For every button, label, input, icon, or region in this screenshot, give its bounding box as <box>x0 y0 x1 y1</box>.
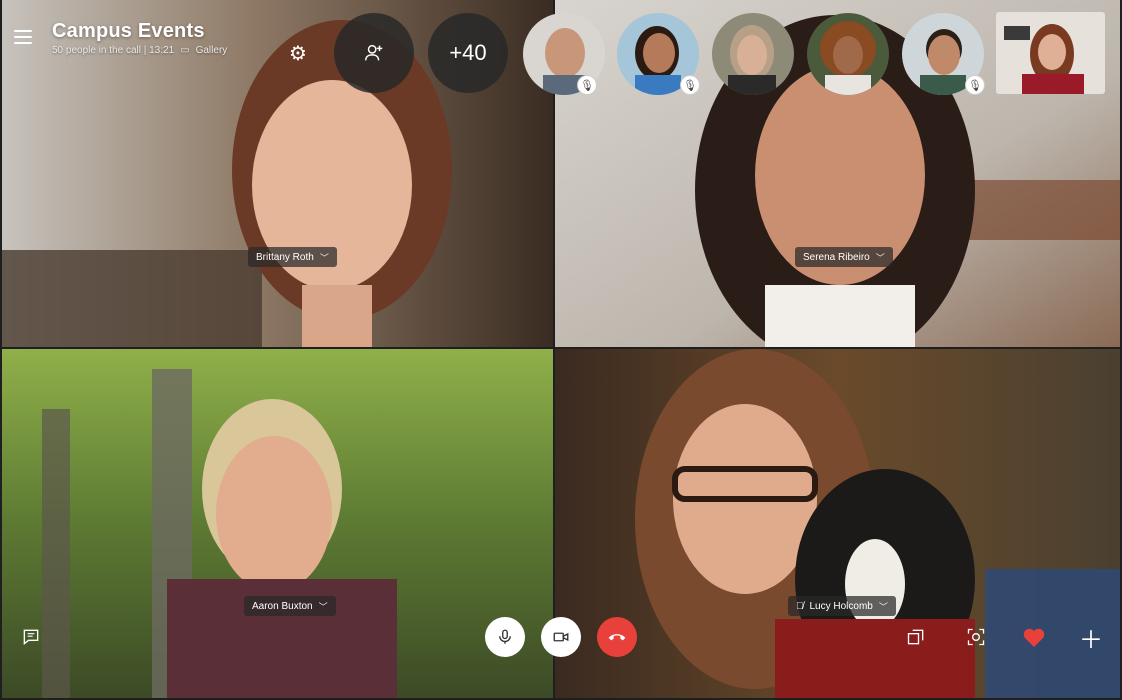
participant-name: Lucy Holcomb <box>809 600 873 612</box>
more-participants-count: +40 <box>449 40 487 65</box>
snapshot-icon[interactable] <box>963 624 989 650</box>
participant-name: Serena Ribeiro <box>803 251 870 263</box>
add-person-icon <box>365 44 383 61</box>
muted-mic-icon: 🎙̸ <box>796 600 804 612</box>
hang-up-icon <box>608 634 626 641</box>
camera-button[interactable] <box>541 617 581 657</box>
call-window: Brittany Roth ﹀ Serena Ribeiro ﹀ Aaron B… <box>0 0 1122 700</box>
participant-name-pill[interactable]: 🎙̸ Lucy Holcomb ﹀ <box>788 596 896 616</box>
snapshot-icon-shape <box>967 628 985 646</box>
video-tile-aaron[interactable]: Aaron Buxton ﹀ <box>2 349 553 698</box>
participant-thumbnail[interactable] <box>712 13 794 95</box>
call-subtitle: 50 people in the call | 13:21 ▭ Gallery <box>52 45 227 56</box>
heart-icon-shape <box>1023 628 1045 647</box>
share-screen-icon-shape <box>907 629 924 645</box>
participant-name-pill[interactable]: Serena Ribeiro ﹀ <box>795 247 893 267</box>
chat-icon-shape <box>23 629 39 646</box>
participant-name: Aaron Buxton <box>252 600 313 612</box>
chat-icon[interactable] <box>18 624 44 650</box>
hamburger-icon[interactable] <box>14 30 32 44</box>
chevron-down-icon: ﹀ <box>318 601 328 612</box>
self-preview-feed <box>996 12 1105 94</box>
add-participant-button[interactable] <box>334 13 414 93</box>
muted-mic-icon: 🎙 <box>577 75 597 95</box>
video-feed <box>2 349 553 698</box>
microphone-button[interactable] <box>485 617 525 657</box>
self-preview[interactable] <box>996 12 1105 94</box>
gallery-view-icon[interactable]: ▭ <box>180 45 189 56</box>
muted-mic-icon: 🎙 <box>680 75 700 95</box>
chevron-down-icon: ﹀ <box>319 252 329 263</box>
call-title: Campus Events <box>52 20 205 42</box>
view-mode-label[interactable]: Gallery <box>196 45 228 56</box>
microphone-icon <box>499 629 511 644</box>
chevron-down-icon: ﹀ <box>875 252 885 263</box>
participant-thumbnail[interactable] <box>807 13 889 95</box>
muted-mic-icon: 🎙 <box>965 75 985 95</box>
participant-name-pill[interactable]: Aaron Buxton ﹀ <box>244 596 336 616</box>
participant-name-pill[interactable]: Brittany Roth ﹀ <box>248 247 337 267</box>
heart-icon[interactable] <box>1021 624 1047 650</box>
call-status: 50 people in the call | 13:21 <box>52 45 175 56</box>
thumbnail-feed <box>712 13 794 95</box>
more-participants-button[interactable]: +40 <box>428 13 508 93</box>
participant-name: Brittany Roth <box>256 251 314 263</box>
end-call-button[interactable] <box>597 617 637 657</box>
gear-icon[interactable]: ⚙ <box>286 41 310 65</box>
thumbnail-feed <box>807 13 889 95</box>
plus-icon[interactable]: ＋ <box>1078 624 1104 654</box>
chevron-down-icon: ﹀ <box>878 601 888 612</box>
video-camera-icon <box>553 632 569 642</box>
share-screen-icon[interactable] <box>903 624 929 650</box>
